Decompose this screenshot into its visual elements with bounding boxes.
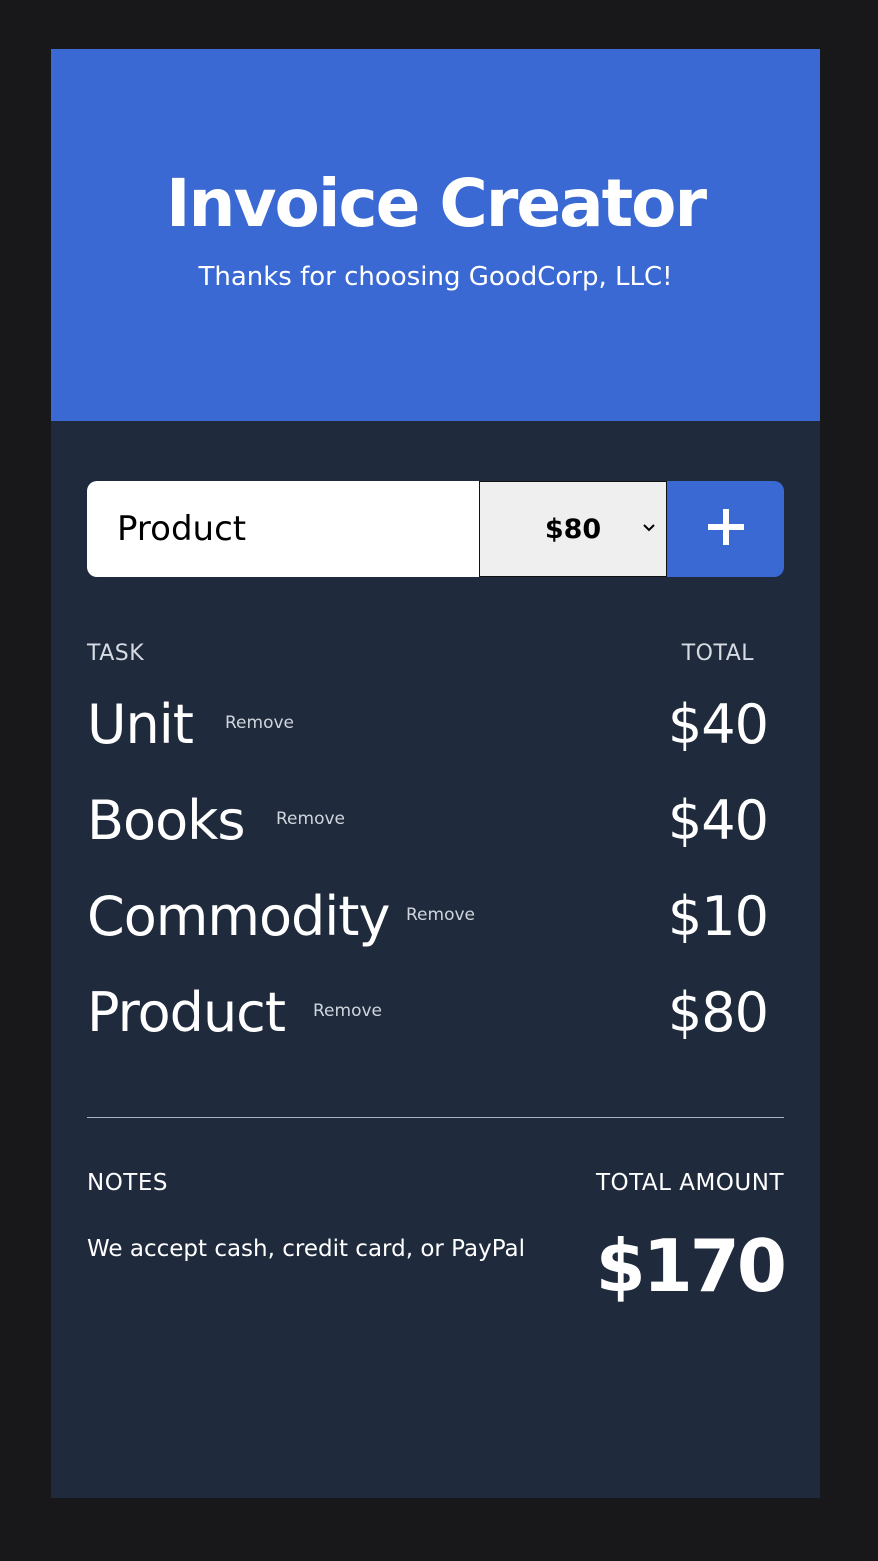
task-name-input[interactable] <box>87 481 479 577</box>
remove-button[interactable]: Remove <box>276 809 345 829</box>
task-amount: $10 <box>667 885 769 948</box>
total-column-header: TOTAL <box>681 641 754 666</box>
task-column-header: TASK <box>87 641 145 666</box>
divider <box>87 1117 784 1118</box>
task-amount: $40 <box>667 789 769 852</box>
invoice-row: Unit Remove $40 <box>87 693 769 763</box>
plus-icon <box>707 508 745 550</box>
price-select-value: $80 <box>544 513 602 545</box>
total-amount-label: TOTAL AMOUNT <box>595 1170 784 1196</box>
task-amount: $40 <box>667 693 769 756</box>
task-name: Product <box>87 981 286 1044</box>
price-select[interactable]: $80 <box>479 481 667 577</box>
page-subtitle: Thanks for choosing GoodCorp, LLC! <box>198 262 673 292</box>
page-title: Invoice Creator <box>165 165 707 242</box>
task-name: Books <box>87 789 246 852</box>
remove-button[interactable]: Remove <box>313 1001 382 1021</box>
invoice-app: Invoice Creator Thanks for choosing Good… <box>51 49 820 1498</box>
task-entry-form: $80 <box>87 481 784 577</box>
task-name: Unit <box>87 693 194 756</box>
invoice-row: Books Remove $40 <box>87 789 769 859</box>
chevron-down-icon <box>642 518 656 537</box>
remove-button[interactable]: Remove <box>225 713 294 733</box>
task-name: Commodity <box>87 885 390 948</box>
task-amount: $80 <box>667 981 769 1044</box>
notes-label: NOTES <box>87 1170 168 1196</box>
notes-text: We accept cash, credit card, or PayPal <box>87 1236 526 1262</box>
total-amount-value: $170 <box>595 1224 787 1308</box>
add-task-button[interactable] <box>667 481 784 577</box>
invoice-row: Commodity Remove $10 <box>87 885 769 955</box>
invoice-row: Product Remove $80 <box>87 981 769 1051</box>
remove-button[interactable]: Remove <box>406 905 475 925</box>
header-banner: Invoice Creator Thanks for choosing Good… <box>51 49 820 421</box>
